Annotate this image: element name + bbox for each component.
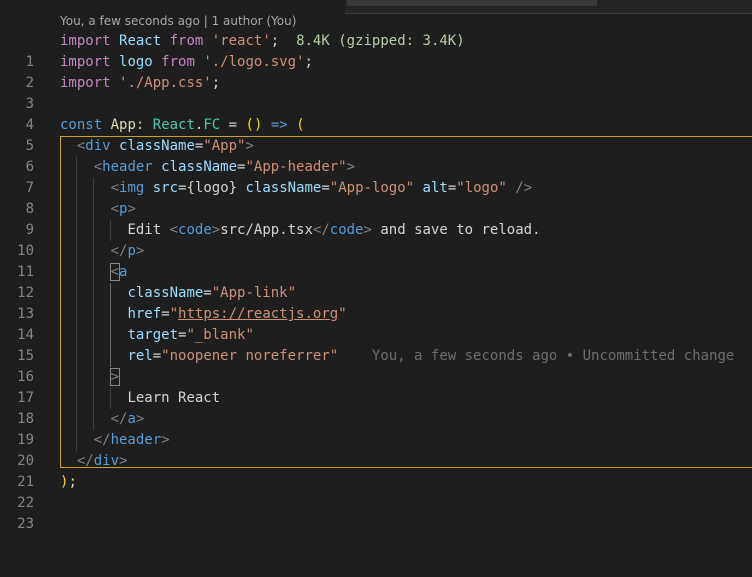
code-line: 6 <div className="App"> xyxy=(0,136,752,175)
code-line: 13 className="App-link" xyxy=(0,283,752,322)
line-number: 23 xyxy=(17,516,34,532)
editor-tab-strip xyxy=(345,0,752,14)
code-line: 7 <header className="App-header"> xyxy=(0,157,752,196)
code-line: 9 <p> xyxy=(0,199,752,238)
code-line: 11 </p> xyxy=(0,241,752,280)
code-line: 19 </a> xyxy=(0,409,752,448)
code-line: 10 Edit <code>src/App.tsx</code> and sav… xyxy=(0,220,752,259)
code-line: 5 const App: React.FC = () => ( xyxy=(0,115,752,154)
code-line: 15 target="_blank" xyxy=(0,325,752,364)
code-line: 16 rel="noopener noreferrer" You, a few … xyxy=(0,346,752,385)
import-cost: 8.4K (gzipped: 3.4K) xyxy=(296,33,465,49)
code-line: 4 xyxy=(0,94,752,133)
code-line: 1 import React from 'react'; 8.4K (gzipp… xyxy=(0,31,752,70)
code-editor[interactable]: 1 import React from 'react'; 8.4K (gzipp… xyxy=(0,31,752,532)
code-line: 17 > xyxy=(0,367,752,406)
code-line: 3 import './App.css'; xyxy=(0,73,752,112)
code-line: 2 import logo from './logo.svg'; xyxy=(0,52,752,91)
code-line: 8 <img src={logo} className="App-logo" a… xyxy=(0,178,752,217)
horizontal-scrollbar[interactable] xyxy=(347,0,597,6)
code-line: 21 </div> xyxy=(0,451,752,490)
code-line: 20 </header> xyxy=(0,430,752,469)
git-blame-annotation: You, a few seconds ago • Uncommitted cha… xyxy=(371,348,735,364)
matched-bracket: > xyxy=(109,368,121,386)
url-link[interactable]: https://reactjs.org xyxy=(178,306,338,322)
code-line: 12 <a xyxy=(0,262,752,301)
matched-bracket: < xyxy=(109,263,121,281)
codelens-author-info[interactable]: You, a few seconds ago | 1 author (You) xyxy=(60,12,296,30)
code-line: 14 href="https://reactjs.org" xyxy=(0,304,752,343)
code-line: 23 xyxy=(0,493,752,532)
code-line: 18 Learn React xyxy=(0,388,752,427)
code-line: 22 ); xyxy=(0,472,752,511)
